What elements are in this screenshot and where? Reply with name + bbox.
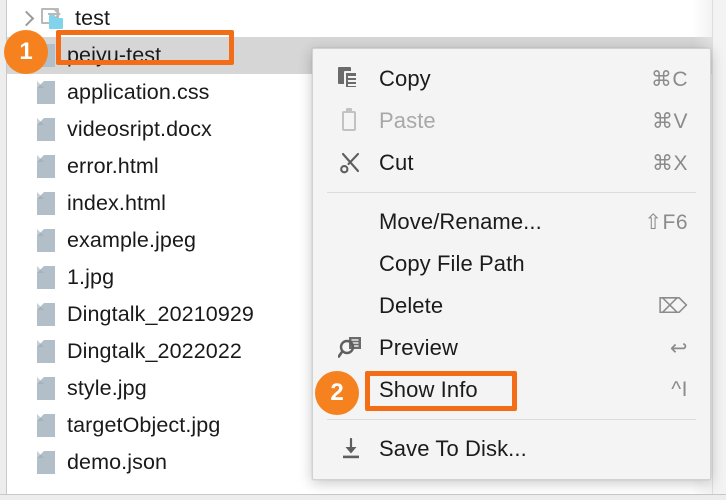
menu-item-shortcut: ⇧F6	[644, 210, 688, 234]
tree-row-test[interactable]: test	[7, 0, 726, 37]
menu-item-copy-file-path[interactable]: Copy File Path	[313, 243, 710, 285]
tree-row-label: test	[75, 6, 111, 30]
tree-row-label: Dingtalk_2022022	[67, 339, 242, 363]
menu-item-delete[interactable]: Delete ⌦	[313, 285, 710, 327]
menu-item-cut[interactable]: Cut ⌘X	[313, 142, 710, 184]
tree-row-label: example.jpeg	[67, 228, 197, 252]
menu-item-preview[interactable]: Preview ↩	[313, 327, 710, 369]
context-menu[interactable]: Copy ⌘C Paste ⌘V Cut ⌘X Move/Rename... ⇧…	[312, 48, 711, 480]
file-icon	[37, 377, 55, 400]
tree-row-label: Dingtalk_20210929	[67, 302, 254, 326]
file-icon	[37, 81, 55, 104]
menu-item-shortcut: ^I	[671, 378, 688, 401]
menu-item-paste: Paste ⌘V	[313, 100, 710, 142]
file-icon	[37, 266, 55, 289]
menu-item-label: Cut	[379, 150, 414, 175]
paste-icon	[337, 108, 367, 134]
screenshot-root: test peiyu-test application.css videosri…	[0, 0, 726, 500]
file-icon	[37, 118, 55, 141]
tree-row-label: 1.jpg	[67, 265, 115, 289]
menu-item-label: Delete	[379, 293, 444, 318]
menu-item-label: Save To Disk...	[379, 436, 527, 461]
tree-row-label: demo.json	[67, 450, 168, 474]
menu-icon-placeholder	[337, 251, 367, 277]
file-icon	[37, 303, 55, 326]
menu-item-label: Show Info	[379, 377, 478, 402]
chevron-right-icon[interactable]	[15, 8, 37, 30]
save-to-disk-icon	[337, 436, 367, 462]
menu-item-shortcut: ↩	[669, 336, 688, 360]
menu-item-label: Copy File Path	[379, 251, 525, 276]
file-icon	[37, 155, 55, 178]
menu-item-copy[interactable]: Copy ⌘C	[313, 58, 710, 100]
preview-icon	[337, 335, 367, 361]
annotation-badge-2: 2	[315, 371, 359, 415]
tree-row-label: application.css	[67, 80, 210, 104]
menu-item-label: Copy	[379, 66, 431, 91]
tree-row-label: peiyu-test	[67, 43, 162, 67]
file-icon	[37, 414, 55, 437]
tree-row-label: targetObject.jpg	[67, 413, 221, 437]
tree-row-label: videosript.docx	[67, 117, 212, 141]
tree-row-label: error.html	[67, 154, 159, 178]
file-icon	[37, 229, 55, 252]
file-icon	[37, 192, 55, 215]
window-divider-bottom	[0, 494, 726, 495]
tree-scrollbar[interactable]	[712, 0, 726, 494]
menu-item-label: Preview	[379, 335, 458, 360]
copy-icon	[337, 66, 367, 92]
module-folder-icon	[39, 7, 65, 31]
file-icon	[37, 451, 55, 474]
cut-icon	[337, 150, 367, 176]
menu-icon-placeholder	[337, 293, 367, 319]
menu-icon-placeholder	[337, 209, 367, 235]
menu-item-label: Move/Rename...	[379, 209, 542, 234]
tree-row-label: style.jpg	[67, 376, 147, 400]
menu-item-save-to-disk[interactable]: Save To Disk...	[313, 428, 710, 470]
menu-item-shortcut: ⌘X	[651, 151, 688, 175]
menu-item-show-info[interactable]: Show Info ^I	[313, 369, 710, 411]
menu-item-move-rename[interactable]: Move/Rename... ⇧F6	[313, 201, 710, 243]
menu-item-label: Paste	[379, 108, 436, 133]
menu-item-shortcut: ⌘V	[651, 109, 688, 133]
menu-separator	[327, 192, 696, 193]
annotation-badge-1: 1	[4, 30, 48, 74]
file-icon	[37, 340, 55, 363]
menu-separator	[327, 419, 696, 420]
menu-item-shortcut: ⌘C	[650, 67, 688, 91]
tree-row-label: index.html	[67, 191, 166, 215]
menu-item-shortcut: ⌦	[657, 294, 688, 318]
